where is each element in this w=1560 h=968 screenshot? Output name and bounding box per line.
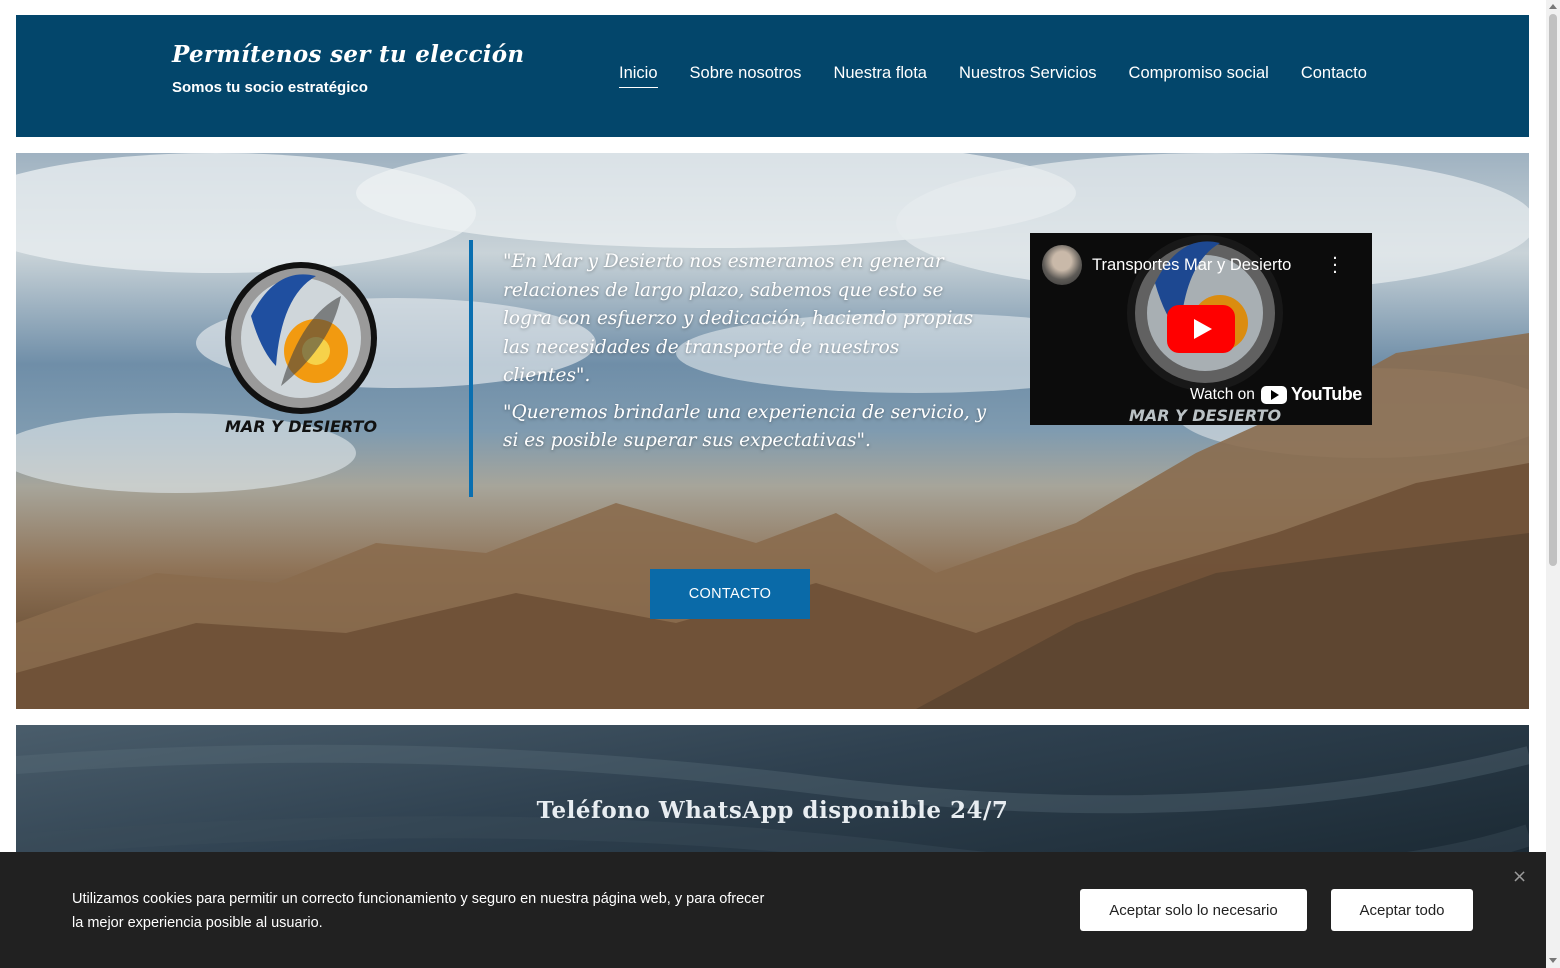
nav-item-sobre-nosotros[interactable]: Sobre nosotros: [690, 64, 802, 88]
youtube-icon: [1260, 385, 1287, 404]
whatsapp-title: Teléfono WhatsApp disponible 24/7: [536, 797, 1009, 824]
quote-paragraph-1: "En Mar y Desierto nos esmeramos en gene…: [503, 251, 974, 386]
site-header: Permítenos ser tu elección Somos tu soci…: [16, 15, 1529, 137]
quote-paragraph-2: "Queremos brindarle una experiencia de s…: [503, 401, 987, 452]
more-vertical-icon[interactable]: · · ·: [1328, 250, 1342, 282]
scrollbar[interactable]: [1546, 0, 1560, 968]
hero-quote: "En Mar y Desierto nos esmeramos en gene…: [469, 240, 989, 497]
accept-all-button[interactable]: Aceptar todo: [1331, 889, 1473, 931]
logo-text: MAR Y DESIERTO: [225, 417, 377, 436]
scroll-up-arrow-icon[interactable]: [1549, 4, 1557, 9]
youtube-play-icon[interactable]: [1167, 305, 1235, 353]
nav-item-compromiso-social[interactable]: Compromiso social: [1129, 64, 1269, 88]
scroll-thumb[interactable]: [1549, 14, 1557, 566]
watch-on-youtube-link[interactable]: Watch on YouTube: [1190, 384, 1362, 405]
hero-section: MAR Y DESIERTO "En Mar y Desierto nos es…: [16, 153, 1529, 709]
cookie-banner: Utilizamos cookies para permitir un corr…: [0, 852, 1546, 968]
nav-item-nuestra-flota[interactable]: Nuestra flota: [833, 64, 927, 88]
close-icon[interactable]: ×: [1512, 866, 1527, 887]
nav-item-inicio[interactable]: Inicio: [619, 64, 658, 88]
site-title: Permítenos ser tu elección: [172, 41, 525, 68]
nav-item-contacto[interactable]: Contacto: [1301, 64, 1367, 88]
contact-button[interactable]: CONTACTO: [650, 569, 810, 619]
youtube-embed[interactable]: MAR Y DESIERTO Transportes Mar y Desiert…: [1030, 233, 1372, 425]
channel-avatar[interactable]: [1042, 245, 1082, 285]
nav-item-nuestros-servicios[interactable]: Nuestros Servicios: [959, 64, 1097, 88]
watch-label: Watch on: [1190, 385, 1255, 403]
video-title[interactable]: Transportes Mar y Desierto: [1092, 256, 1291, 275]
company-logo: MAR Y DESIERTO: [225, 262, 377, 436]
site-subtitle: Somos tu socio estratégico: [172, 79, 368, 96]
scroll-down-arrow-icon[interactable]: [1549, 958, 1557, 963]
video-logo-caption: MAR Y DESIERTO: [1129, 406, 1281, 425]
accept-necessary-button[interactable]: Aceptar solo lo necesario: [1080, 889, 1307, 931]
page: Permítenos ser tu elección Somos tu soci…: [0, 0, 1560, 968]
youtube-logo: YouTube: [1260, 384, 1362, 405]
main-nav: Inicio Sobre nosotros Nuestra flota Nues…: [619, 64, 1367, 88]
brand[interactable]: Permítenos ser tu elección Somos tu soci…: [172, 41, 524, 96]
youtube-wordmark: YouTube: [1290, 384, 1362, 404]
cookie-text: Utilizamos cookies para permitir un corr…: [72, 891, 765, 931]
